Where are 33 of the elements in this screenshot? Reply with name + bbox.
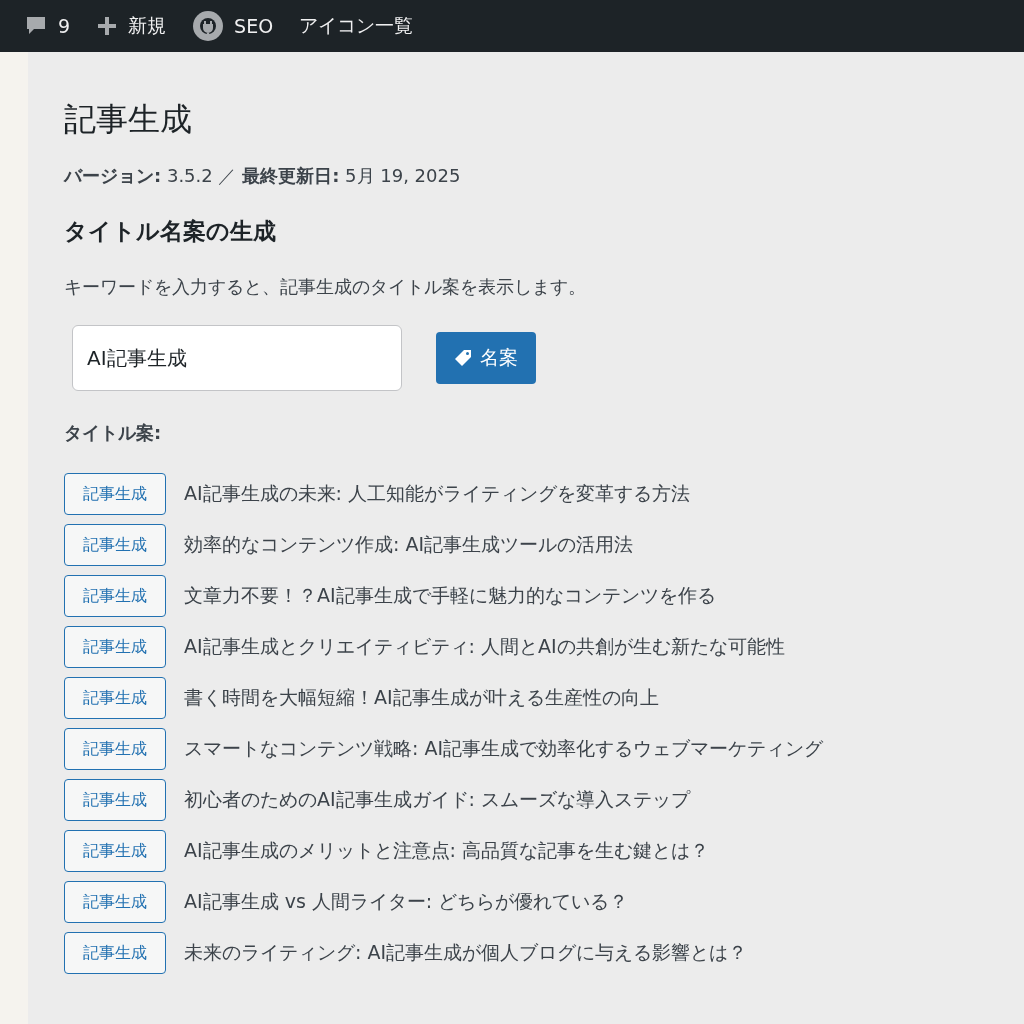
generate-article-button[interactable]: 記事生成	[64, 473, 166, 515]
title-suggestion: 文章力不要！？AI記事生成で手軽に魅力的なコンテンツを作る	[184, 583, 716, 608]
generate-article-button[interactable]: 記事生成	[64, 881, 166, 923]
generate-article-button[interactable]: 記事生成	[64, 830, 166, 872]
plus-icon	[96, 15, 119, 37]
title-suggestion: 初心者のためのAI記事生成ガイド: スムーズな導入ステップ	[184, 787, 691, 812]
generate-article-button[interactable]: 記事生成	[64, 932, 166, 974]
title-suggestion: AI記事生成の未来: 人工知能がライティングを変革する方法	[184, 481, 691, 506]
comments-link[interactable]: 9	[24, 14, 71, 38]
seo-link[interactable]: SEO	[192, 10, 274, 42]
keyword-field[interactable]: AI記事生成	[72, 325, 402, 391]
description: キーワードを入力すると、記事生成のタイトル案を表示します。	[64, 275, 587, 299]
generate-article-button[interactable]: 記事生成	[64, 575, 166, 617]
title-suggestion: 書く時間を大幅短縮！AI記事生成が叶える生産性の向上	[184, 685, 659, 710]
icon-list-link[interactable]: アイコン一覧	[299, 13, 414, 39]
title-suggestion: AI記事生成 vs 人間ライター: どちらが優れている？	[184, 889, 629, 914]
title-suggestion: 未来のライティング: AI記事生成が個人ブログに与える影響とは？	[184, 940, 748, 965]
generate-article-button[interactable]: 記事生成	[64, 728, 166, 770]
title-suggestion: AI記事生成のメリットと注意点: 高品質な記事を生む鍵とは？	[184, 838, 710, 863]
generate-article-button[interactable]: 記事生成	[64, 677, 166, 719]
tag-icon	[454, 349, 472, 367]
page-title: 記事生成	[64, 99, 193, 140]
title-suggestion: AI記事生成とクリエイティビティ: 人間とAIの共創が生む新たな可能性	[184, 634, 785, 659]
section-title: タイトル名案の生成	[64, 217, 277, 246]
results-label: タイトル案:	[64, 421, 163, 445]
generate-article-button[interactable]: 記事生成	[64, 626, 166, 668]
generate-article-button[interactable]: 記事生成	[64, 524, 166, 566]
generate-article-button[interactable]: 記事生成	[64, 779, 166, 821]
new-link[interactable]: 新規	[96, 13, 167, 39]
version-info: バージョン: 3.5.2 ／ 最終更新日: 5月 19, 2025	[64, 164, 462, 188]
generate-button[interactable]: 名案	[436, 332, 536, 384]
title-suggestion: スマートなコンテンツ戦略: AI記事生成で効率化するウェブマーケティング	[184, 736, 824, 761]
title-suggestion: 効率的なコンテンツ作成: AI記事生成ツールの活用法	[184, 532, 634, 557]
